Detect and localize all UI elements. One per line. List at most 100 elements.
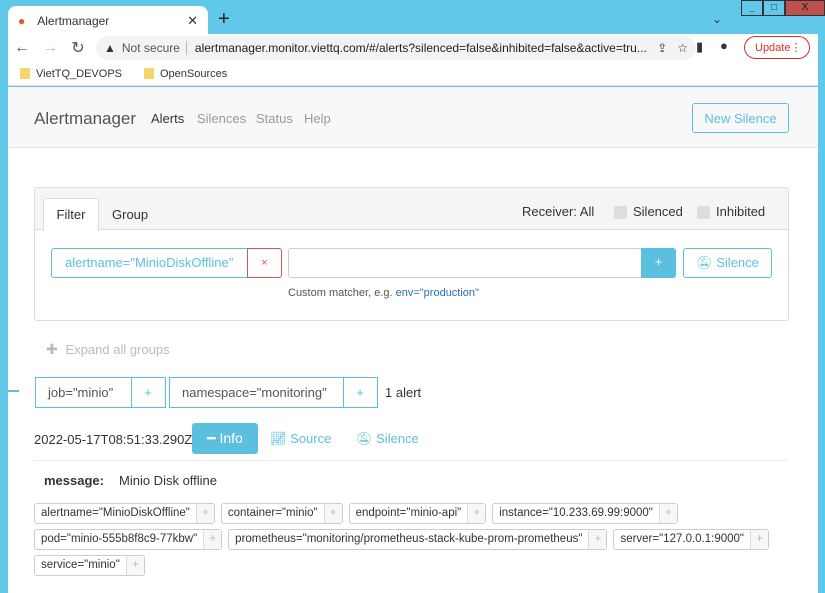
label-text: container="minio" [227,507,318,519]
label-chip[interactable]: endpoint="minio-api" + [348,503,487,524]
add-label-filter-button[interactable]: + [125,556,144,575]
add-label-filter-button[interactable]: + [658,504,677,523]
add-label-filter-button[interactable]: + [467,504,486,523]
not-secure-label: Not secure [121,41,180,55]
info-button[interactable]: ━ Info [192,423,258,454]
label-chip[interactable]: server="127.0.0.1:9000" + [613,529,770,550]
bookmark-label: OpenSources [160,67,228,80]
collapse-group-icon[interactable] [8,390,19,392]
annotation-key: message: [44,473,104,488]
inhibited-checkbox[interactable]: Inhibited [697,204,766,220]
maximize-button[interactable]: □ [763,0,785,16]
expand-all-label: Expand all groups [65,342,170,357]
add-label-filter-button[interactable]: + [588,530,607,549]
matcher-chip[interactable]: alertname="MinioDiskOffline" [51,248,248,278]
filter-silence-button[interactable]: 🔕︎ Silence [683,248,772,278]
alert-labels: alertname="MinioDiskOffline" + container=… [34,503,794,576]
expand-all-button[interactable]: ✚ Expand all groups [46,341,170,358]
add-label-filter-button[interactable]: + [195,504,214,523]
nav-help[interactable]: Help [304,111,331,126]
silenced-label: Silenced [633,204,683,219]
flame-icon: ● [18,13,26,28]
label-chip[interactable]: prometheus="monitoring/prometheus-stack-… [228,529,608,550]
source-label: Source [290,431,332,446]
alert-silence-link[interactable]: 🔕︎ Silence [356,431,419,447]
nav-status[interactable]: Status [256,111,293,126]
label-text: endpoint="minio-api" [355,507,462,519]
matcher-input[interactable] [288,248,642,278]
star-icon[interactable]: ☆ [677,41,688,55]
label-text: alertname="MinioDiskOffline" [41,507,190,519]
menu-icon[interactable]: ⋮ [790,41,801,54]
new-tab-button[interactable]: + [218,8,230,31]
minus-icon: ━ [207,430,216,446]
source-link[interactable]: 📈︎ Source [270,431,331,447]
label-text: server="127.0.0.1:9000" [620,533,745,545]
close-window-button[interactable]: X [785,0,825,16]
annotation-value: Minio Disk offline [119,473,218,488]
back-icon[interactable]: ← [8,39,36,57]
sidepanel-icon[interactable]: ▮ [696,39,703,55]
group-label-add[interactable]: + [131,377,166,408]
label-chip[interactable]: alertname="MinioDiskOffline" + [34,503,215,524]
group-label[interactable]: job="minio" [35,377,132,408]
new-silence-button[interactable]: New Silence [692,103,789,133]
group-label-add[interactable]: + [343,377,378,408]
minimize-button[interactable]: _ [741,0,763,16]
silence-icon: 🔕︎ [696,255,713,270]
label-chip[interactable]: pod="minio-555b8f8c9-77kbw" + [34,529,223,550]
nav-alerts[interactable]: Alerts [151,111,184,126]
info-label: Info [219,430,243,446]
hint-example: env="production" [395,287,479,299]
silence-icon: 🔕︎ [356,431,373,446]
share-icon[interactable]: ⇪ [657,41,667,55]
label-chip[interactable]: instance="10.233.69.99:9000" + [492,503,678,524]
add-matcher-button[interactable]: + [641,248,676,278]
tab-filter[interactable]: Filter [43,198,99,231]
checkbox-icon [697,206,710,220]
label-text: instance="10.233.69.99:9000" [499,507,653,519]
label-text: prometheus="monitoring/prometheus-stack-… [235,533,583,545]
silence-label: Silence [716,255,759,270]
forward-icon[interactable]: → [36,39,64,57]
update-label: Update [755,41,791,54]
warning-icon: ▲ [104,41,116,55]
remove-matcher-button[interactable]: × [247,248,282,278]
label-chip[interactable]: service="minio" + [34,555,145,576]
reload-icon[interactable]: ↻ [64,38,92,58]
tab-group[interactable]: Group [112,207,148,222]
window-controls: _ □ X [741,0,825,16]
matcher-hint: Custom matcher, e.g. env="production" [288,287,479,299]
bookmark-item[interactable]: VietTQ_DEVOPS [20,68,122,80]
brand[interactable]: Alertmanager [34,109,136,129]
tab-list-chevron-icon[interactable]: ⌄ [712,12,722,26]
browser-tab[interactable]: ● Alertmanager ✕ [8,6,208,35]
url-text[interactable]: alertmanager.monitor.viettq.com/#/alerts… [185,41,647,55]
close-tab-icon[interactable]: ✕ [187,13,198,29]
group-label[interactable]: namespace="monitoring" [169,377,344,408]
label-text: pod="minio-555b8f8c9-77kbw" [41,533,198,545]
bookmark-item[interactable]: OpenSources [144,68,227,80]
add-label-filter-button[interactable]: + [750,530,769,549]
bookmark-label: VietTQ_DEVOPS [36,67,122,80]
chart-icon: 📈︎ [270,431,287,446]
label-text: service="minio" [41,559,120,571]
bookmarks-bar: VietTQ_DEVOPS OpenSources [8,62,818,86]
inhibited-label: Inhibited [716,204,766,219]
profile-icon[interactable]: ● [720,38,728,53]
nav-silences[interactable]: Silences [197,111,246,126]
divider [34,460,789,461]
address-bar[interactable]: ▲ Not secure alertmanager.monitor.viettq.c… [96,36,696,60]
alert-count: 1 alert [385,385,422,400]
update-button[interactable]: Update ⋮ [744,36,810,59]
silence-label: Silence [376,431,419,446]
receiver-select[interactable]: Receiver: All [522,204,594,219]
silenced-checkbox[interactable]: Silenced [614,204,683,220]
add-label-filter-button[interactable]: + [203,530,222,549]
alert-timestamp: 2022-05-17T08:51:33.290Z [34,432,193,447]
checkbox-icon [614,206,627,220]
folder-icon [20,68,30,80]
label-chip[interactable]: container="minio" + [220,503,343,524]
add-label-filter-button[interactable]: + [323,504,342,523]
hint-text: Custom matcher, e.g. [288,287,393,299]
